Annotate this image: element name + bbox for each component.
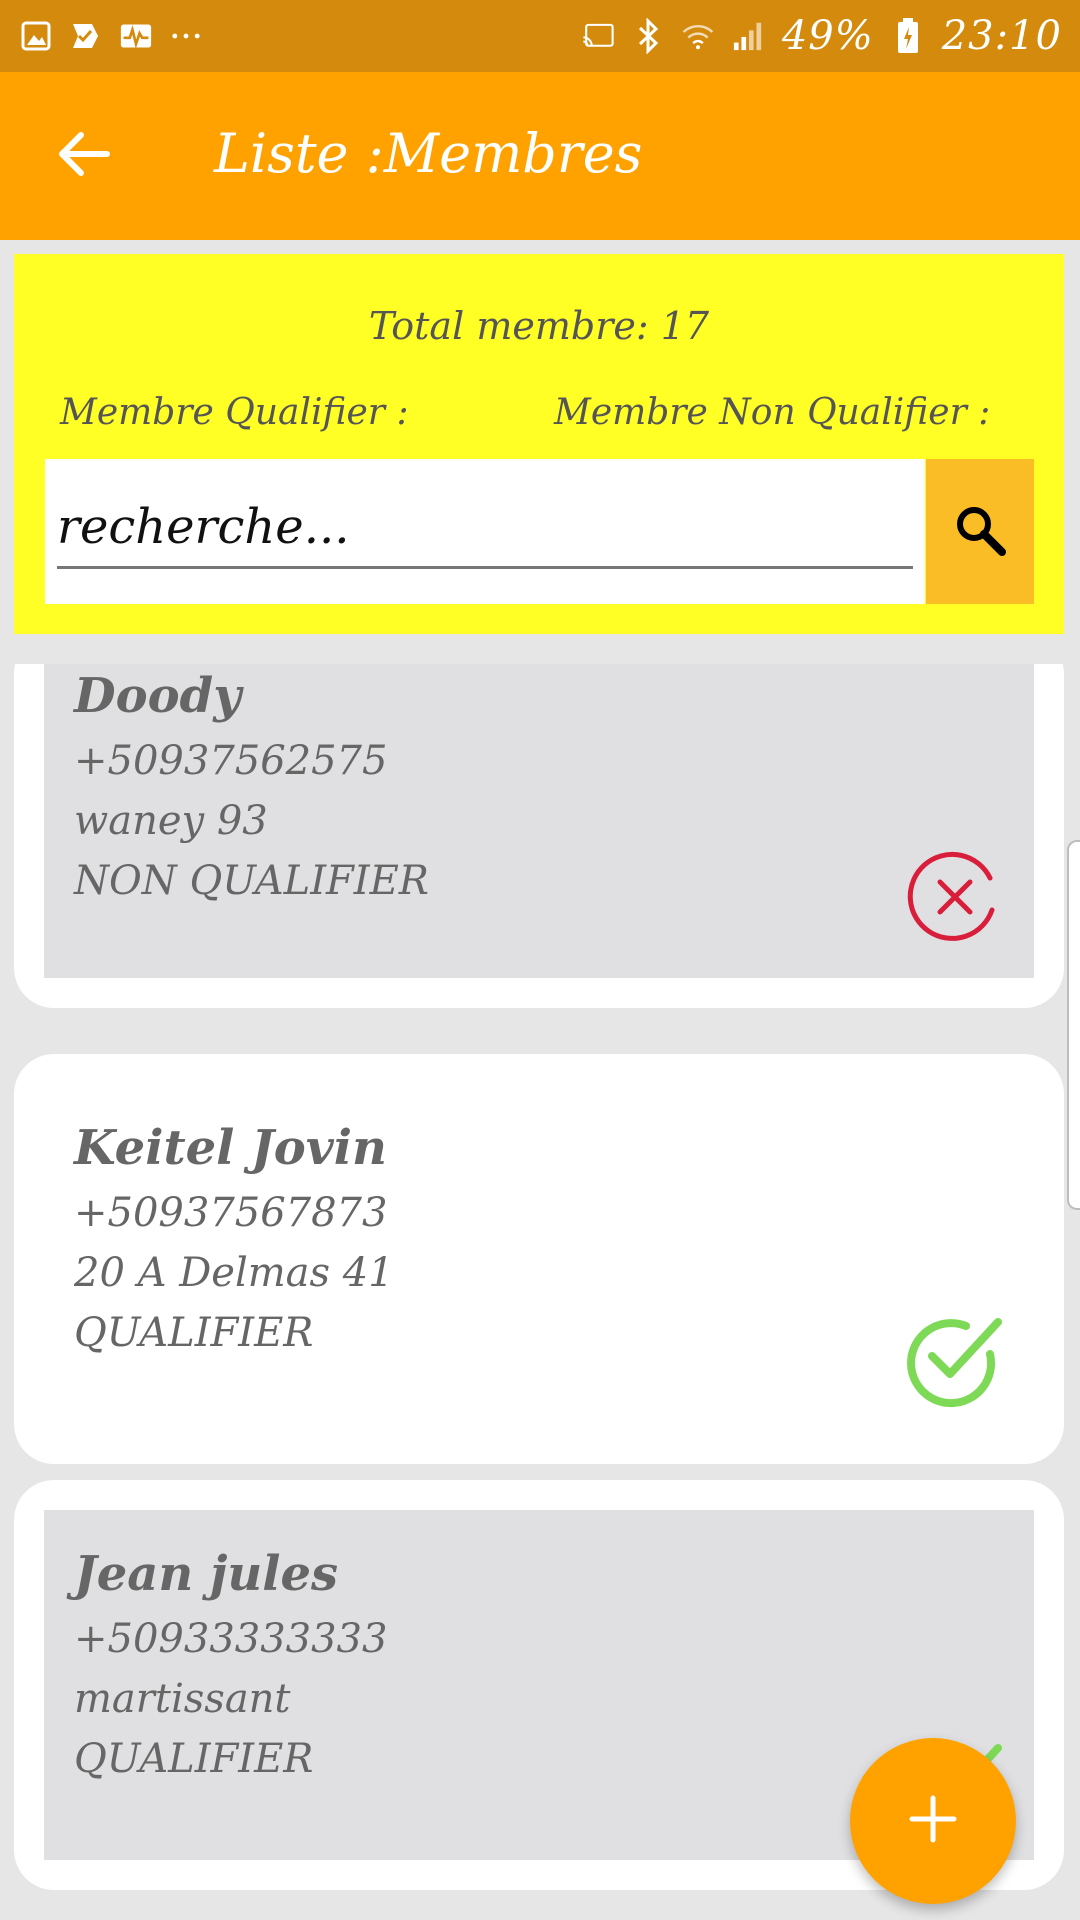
member-name: Keitel Jovin bbox=[74, 1120, 387, 1176]
member-status: QUALIFIER bbox=[74, 1736, 314, 1782]
more-dots-icon bbox=[170, 20, 202, 52]
status-bar: 49% 23:10 bbox=[0, 0, 1080, 72]
wifi-icon bbox=[682, 20, 714, 52]
member-address: waney 93 bbox=[74, 798, 268, 844]
activity-icon bbox=[120, 20, 152, 52]
cross-circle-icon bbox=[904, 848, 1004, 948]
search-input[interactable] bbox=[57, 487, 913, 569]
scrollbar-thumb[interactable] bbox=[1067, 840, 1080, 1210]
status-bar-right: 49% 23:10 bbox=[582, 13, 1062, 59]
member-address: 20 A Delmas 41 bbox=[74, 1250, 394, 1296]
back-button[interactable] bbox=[52, 124, 116, 188]
member-phone: +50933333333 bbox=[74, 1616, 388, 1662]
member-name: Jean jules bbox=[74, 1546, 339, 1602]
arrow-left-icon bbox=[57, 130, 111, 182]
app-bar: Liste :Membres bbox=[0, 72, 1080, 240]
member-status: NON QUALIFIER bbox=[74, 858, 429, 904]
member-address: martissant bbox=[74, 1676, 291, 1722]
clock: 23:10 bbox=[941, 13, 1062, 59]
member-phone: +50937567873 bbox=[74, 1190, 388, 1236]
search-icon bbox=[952, 502, 1008, 562]
gallery-icon bbox=[20, 20, 52, 52]
total-members-label: Total membre: 17 bbox=[368, 304, 710, 348]
non-qualified-members-label: Membre Non Qualifier : bbox=[554, 392, 991, 433]
check-circle-icon bbox=[904, 1310, 1004, 1410]
bluetooth-icon bbox=[632, 18, 664, 54]
member-card-content: Keitel Jovin +50937567873 20 A Delmas 41… bbox=[44, 1084, 1034, 1434]
member-card[interactable]: Doody +50937562575 waney 93 NON QUALIFIE… bbox=[14, 664, 1064, 1008]
cast-icon bbox=[582, 20, 614, 52]
search-button[interactable] bbox=[926, 459, 1034, 604]
battery-icon bbox=[892, 18, 924, 53]
qualified-members-label: Membre Qualifier : bbox=[60, 392, 409, 433]
check-flag-icon bbox=[70, 20, 102, 52]
page-title: Liste :Membres bbox=[214, 122, 643, 185]
member-phone: +50937562575 bbox=[74, 738, 388, 784]
add-member-button[interactable] bbox=[850, 1738, 1016, 1904]
signal-icon bbox=[732, 20, 764, 52]
summary-panel: Total membre: 17 Membre Qualifier : Memb… bbox=[14, 254, 1064, 634]
plus-icon bbox=[908, 1794, 958, 1848]
member-list[interactable]: Doody +50937562575 waney 93 NON QUALIFIE… bbox=[0, 664, 1080, 1920]
member-name: Doody bbox=[74, 668, 242, 724]
member-card-content: Doody +50937562575 waney 93 NON QUALIFIE… bbox=[44, 664, 1034, 978]
search-box bbox=[45, 459, 925, 604]
status-bar-left bbox=[20, 20, 202, 52]
member-status: QUALIFIER bbox=[74, 1310, 314, 1356]
battery-percent: 49% bbox=[781, 13, 874, 59]
member-card[interactable]: Keitel Jovin +50937567873 20 A Delmas 41… bbox=[14, 1054, 1064, 1464]
